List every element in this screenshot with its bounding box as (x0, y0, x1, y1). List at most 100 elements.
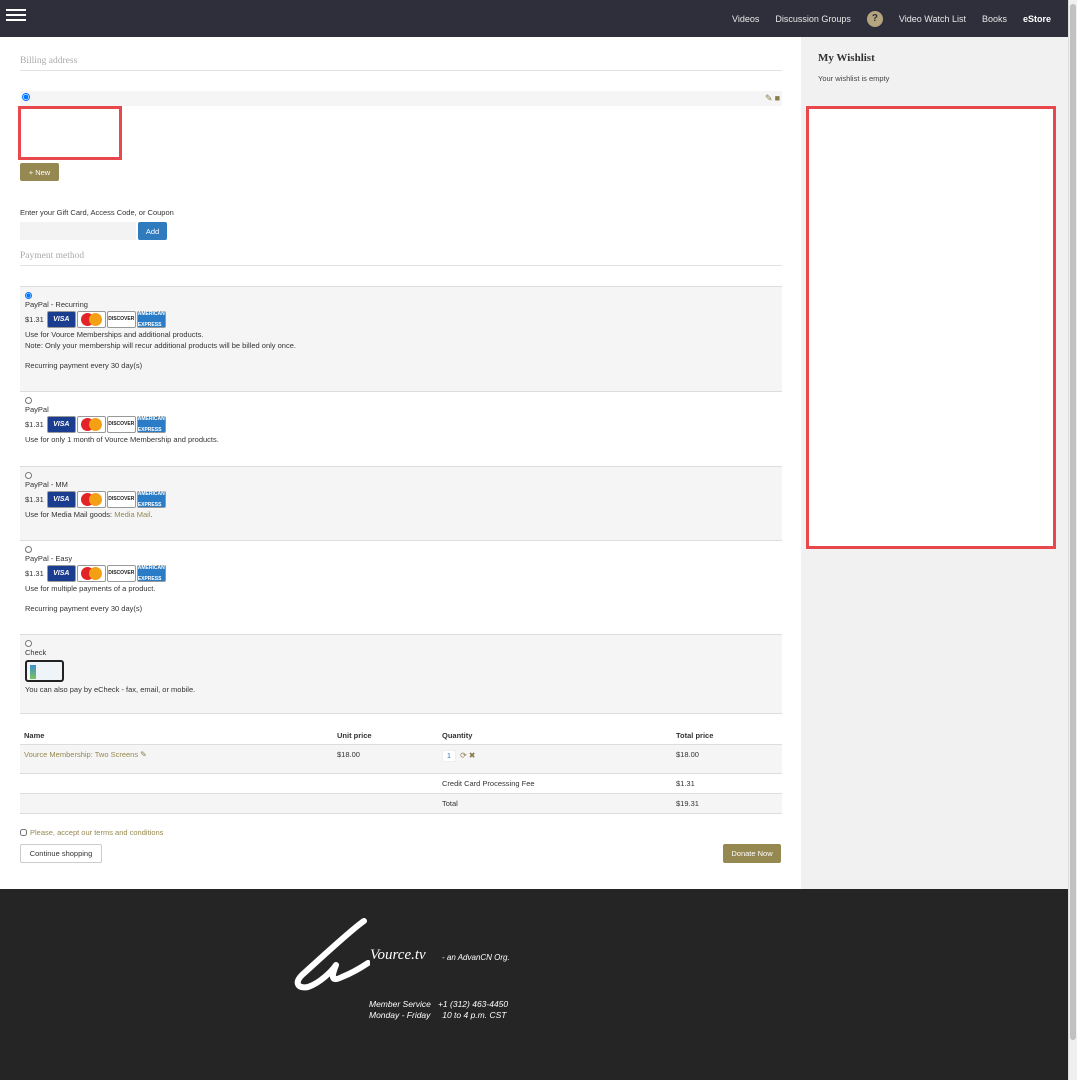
wishlist-redacted-box (806, 106, 1056, 549)
payment-radio[interactable] (25, 640, 32, 647)
payment-method-title: Payment method (20, 251, 782, 266)
billing-address-radio[interactable] (22, 93, 30, 101)
member-service: Member Service +1 (312) 463-4450 Monday … (369, 999, 508, 1021)
check-icon (25, 660, 64, 682)
mastercard-icon (76, 311, 106, 328)
column-header-unit-price: Unit price (333, 725, 438, 745)
payment-radio[interactable] (25, 397, 32, 404)
column-header-name: Name (20, 725, 333, 745)
address-redacted-box (18, 106, 122, 160)
nav-links: Videos Discussion Groups ? Video Watch L… (716, 0, 1051, 37)
terms-checkbox-label[interactable]: Please, accept our terms and conditions (20, 828, 163, 837)
payment-option-paypal-recurring[interactable]: PayPal - Recurring $1.31 VISA DISCOVER A… (20, 287, 782, 392)
payment-note: Note: Only your membership will recur ad… (25, 341, 296, 350)
visa-icon: VISA (46, 311, 76, 328)
address-tools: ✎ ■ (765, 93, 780, 104)
discover-icon: DISCOVER (106, 416, 136, 433)
trash-icon[interactable]: ■ (775, 93, 780, 104)
nav-link-estore[interactable]: eStore (1023, 14, 1051, 24)
payment-price: $1.31 (25, 420, 44, 429)
payment-recurring: Recurring payment every 30 day(s) (25, 361, 143, 370)
gift-card-input[interactable] (20, 222, 136, 240)
payment-radio[interactable] (25, 292, 32, 299)
column-header-quantity: Quantity (438, 725, 672, 745)
vource-logo-icon (294, 918, 370, 991)
table-row: Credit Card Processing Fee $1.31 (20, 773, 782, 794)
remove-icon[interactable]: ✖ (469, 751, 476, 760)
card-logos: $1.31 VISA DISCOVER AMERICAN EXPRESS (25, 416, 777, 433)
wishlist-sidebar: My Wishlist Your wishlist is empty (801, 37, 1068, 889)
product-link[interactable]: Vource Membership: Two Screens (24, 750, 138, 759)
plus-icon: + (28, 167, 34, 177)
column-header-total-price: Total price (672, 725, 782, 745)
card-logos: $1.31 VISA DISCOVER AMERICAN EXPRESS (25, 491, 777, 508)
billing-title: Billing address (20, 56, 782, 71)
nav-link-video-watch-list[interactable]: Video Watch List (899, 14, 966, 24)
footer: Vource.tv - an AdvanCN Org. Member Servi… (0, 889, 1068, 1080)
payment-name: Check (25, 648, 47, 657)
new-address-label: New (35, 167, 51, 177)
payment-option-paypal-easy[interactable]: PayPal - Easy $1.31 VISA DISCOVER AMERIC… (20, 541, 782, 635)
terms-checkbox[interactable] (20, 829, 27, 836)
footer-brand: Vource.tv (370, 947, 426, 963)
footer-brand-sub: - an AdvanCN Org. (442, 953, 510, 962)
table-header-row: Name Unit price Quantity Total price (20, 725, 782, 745)
amex-icon: AMERICAN EXPRESS (136, 564, 166, 582)
card-logos: $1.31 VISA DISCOVER AMERICAN EXPRESS (25, 565, 777, 582)
refresh-icon[interactable]: ⟳ (460, 751, 467, 760)
total-label: Total (438, 793, 672, 814)
payment-radio[interactable] (25, 472, 32, 479)
payment-radio[interactable] (25, 546, 32, 553)
help-icon[interactable]: ? (866, 10, 883, 27)
fee-label: Credit Card Processing Fee (438, 773, 672, 794)
payment-price: $1.31 (25, 495, 44, 504)
page-scrollbar[interactable] (1068, 0, 1077, 1080)
visa-icon: VISA (46, 565, 76, 582)
payment-option-paypal[interactable]: PayPal $1.31 VISA DISCOVER AMERICAN EXPR… (20, 392, 782, 467)
payment-desc: Use for multiple payments of a product. (25, 584, 156, 593)
top-nav: Videos Discussion Groups ? Video Watch L… (0, 0, 1068, 37)
donate-now-button[interactable]: Donate Now (723, 844, 781, 863)
payment-option-paypal-mm[interactable]: PayPal - MM $1.31 VISA DISCOVER AMERICAN… (20, 467, 782, 541)
new-address-button[interactable]: + New (20, 163, 59, 181)
table-row: Vource Membership: Two Screens ✎ $18.00 1… (20, 744, 782, 774)
nav-link-videos[interactable]: Videos (732, 14, 759, 24)
discover-icon: DISCOVER (106, 565, 136, 582)
payment-desc: Use for only 1 month of Vource Membershi… (25, 435, 219, 444)
payment-methods: PayPal - Recurring $1.31 VISA DISCOVER A… (20, 286, 782, 714)
total-value: $19.31 (672, 793, 782, 814)
item-total: $18.00 (672, 744, 782, 774)
member-service-phone: Member Service +1 (312) 463-4450 (369, 999, 509, 1009)
payment-desc: You can also pay by eCheck - fax, email,… (25, 685, 196, 694)
payment-option-check[interactable]: Check You can also pay by eCheck - fax, … (20, 635, 782, 714)
nav-link-books[interactable]: Books (982, 14, 1007, 24)
gift-card-label: Enter your Gift Card, Access Code, or Co… (20, 208, 174, 217)
edit-icon[interactable]: ✎ (140, 750, 147, 759)
discover-icon: DISCOVER (106, 491, 136, 508)
gift-add-button[interactable]: Add (138, 222, 167, 240)
order-table: Name Unit price Quantity Total price Vou… (20, 725, 782, 814)
amex-icon: AMERICAN EXPRESS (136, 310, 166, 328)
payment-desc: Use for Vource Memberships and additiona… (25, 330, 204, 339)
scrollbar-thumb[interactable] (1070, 4, 1076, 1040)
edit-icon[interactable]: ✎ (765, 93, 773, 104)
terms-text: Please, accept our terms and conditions (30, 828, 164, 837)
mastercard-icon (76, 416, 106, 433)
mastercard-icon (76, 491, 106, 508)
wishlist-title: My Wishlist (818, 52, 875, 64)
billing-address-row[interactable]: ✎ ■ (20, 91, 782, 106)
visa-icon: VISA (46, 491, 76, 508)
member-service-hours: Monday - Friday 10 to 4 p.m. CST (369, 1010, 507, 1020)
media-mail-link[interactable]: Media Mail (114, 510, 150, 519)
discover-icon: DISCOVER (106, 311, 136, 328)
nav-link-discussion-groups[interactable]: Discussion Groups (775, 14, 851, 24)
menu-icon[interactable] (6, 9, 26, 23)
payment-desc: Use for Media Mail goods: Media Mail. (25, 510, 153, 519)
visa-icon: VISA (46, 416, 76, 433)
continue-shopping-button[interactable]: Continue shopping (20, 844, 102, 863)
quantity-input[interactable]: 1 (442, 750, 456, 762)
table-row: Total $19.31 (20, 793, 782, 814)
payment-recurring: Recurring payment every 30 day(s) (25, 604, 143, 613)
payment-price: $1.31 (25, 315, 44, 324)
wishlist-empty-text: Your wishlist is empty (818, 74, 890, 83)
